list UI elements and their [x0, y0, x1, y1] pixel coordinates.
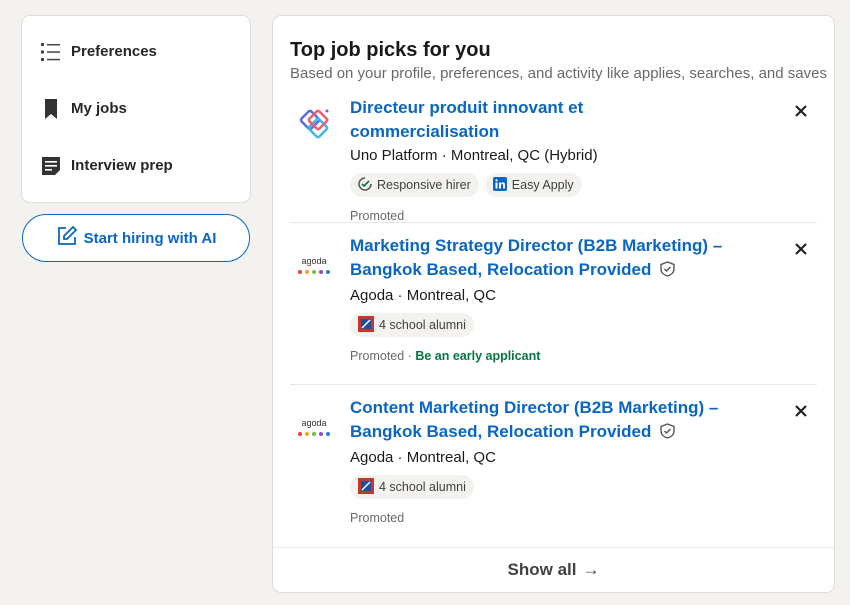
nav-interview-prep-label: Interview prep — [71, 157, 173, 174]
dismiss-button[interactable] — [785, 97, 817, 129]
promoted-label: Promoted — [350, 511, 405, 525]
jobs-nav-card: Preferences My jobs Interview prep — [22, 16, 250, 202]
job-company: Uno Platform · Montreal, QC (Hybrid) — [350, 147, 598, 164]
badge-label: 4 school alumni — [379, 318, 466, 332]
promoted-label: Promoted — [350, 349, 405, 363]
dismiss-button[interactable] — [785, 235, 817, 267]
early-applicant-label: Be an early applicant — [415, 349, 541, 363]
show-all-label: Show all — [507, 560, 577, 579]
check-badge-icon — [358, 176, 372, 194]
promoted-separator: · — [404, 349, 416, 363]
badge-label: Responsive hirer — [377, 178, 471, 192]
section-subtitle: Based on your profile, preferences, and … — [290, 65, 827, 82]
linkedin-icon — [492, 176, 507, 194]
verified-shield-icon — [660, 422, 675, 446]
job-title[interactable]: Content Marketing Director (B2B Marketin… — [350, 396, 730, 446]
nav-interview-prep[interactable]: Interview prep — [22, 137, 250, 194]
nav-my-jobs-label: My jobs — [71, 100, 127, 117]
close-icon — [794, 104, 808, 123]
start-hiring-button[interactable]: Start hiring with AI — [22, 214, 250, 262]
nav-my-jobs[interactable]: My jobs — [22, 80, 250, 137]
badge-easy-apply: Easy Apply — [484, 173, 582, 197]
divider — [290, 222, 817, 223]
nav-preferences[interactable]: Preferences — [22, 23, 250, 80]
school-logo-icon — [358, 315, 374, 335]
start-hiring-label: Start hiring with AI — [83, 229, 217, 247]
badge-responsive-hirer: Responsive hirer — [350, 173, 479, 197]
job-title[interactable]: Directeur produit innovant et commercial… — [350, 96, 730, 144]
agoda-logo-text: agoda — [301, 256, 326, 266]
badge-school-alumni: 4 school alumni — [350, 475, 474, 499]
badge-school-alumni: 4 school alumni — [350, 313, 474, 337]
badge-label: 4 school alumni — [379, 480, 466, 494]
agoda-logo: agoda — [294, 408, 334, 448]
verified-shield-icon — [660, 260, 675, 284]
notes-icon — [40, 155, 62, 177]
bookmark-icon — [40, 98, 62, 120]
list-icon — [40, 41, 62, 63]
dismiss-button[interactable] — [785, 397, 817, 429]
agoda-logo: agoda — [294, 246, 334, 286]
job-company: Agoda · Montreal, QC — [350, 449, 496, 466]
top-job-picks-card: Top job picks for you Based on your prof… — [273, 16, 834, 592]
promoted-row: Promoted · Be an early applicant — [350, 349, 730, 363]
promoted-label: Promoted — [350, 209, 405, 223]
divider — [290, 384, 817, 385]
section-title: Top job picks for you — [290, 39, 491, 61]
close-icon — [794, 242, 808, 261]
agoda-logo-text: agoda — [301, 418, 326, 428]
arrow-right-icon: → — [582, 560, 600, 579]
nav-preferences-label: Preferences — [71, 43, 157, 60]
school-logo-icon — [358, 477, 374, 497]
show-all-bar: Show all → — [273, 547, 834, 592]
job-title[interactable]: Marketing Strategy Director (B2B Marketi… — [350, 234, 730, 284]
compose-icon — [56, 225, 78, 251]
badge-label: Easy Apply — [511, 178, 574, 192]
uno-platform-logo — [294, 104, 334, 144]
show-all-button[interactable]: Show all → — [508, 560, 600, 580]
job-company: Agoda · Montreal, QC — [350, 287, 496, 304]
close-icon — [794, 404, 808, 423]
